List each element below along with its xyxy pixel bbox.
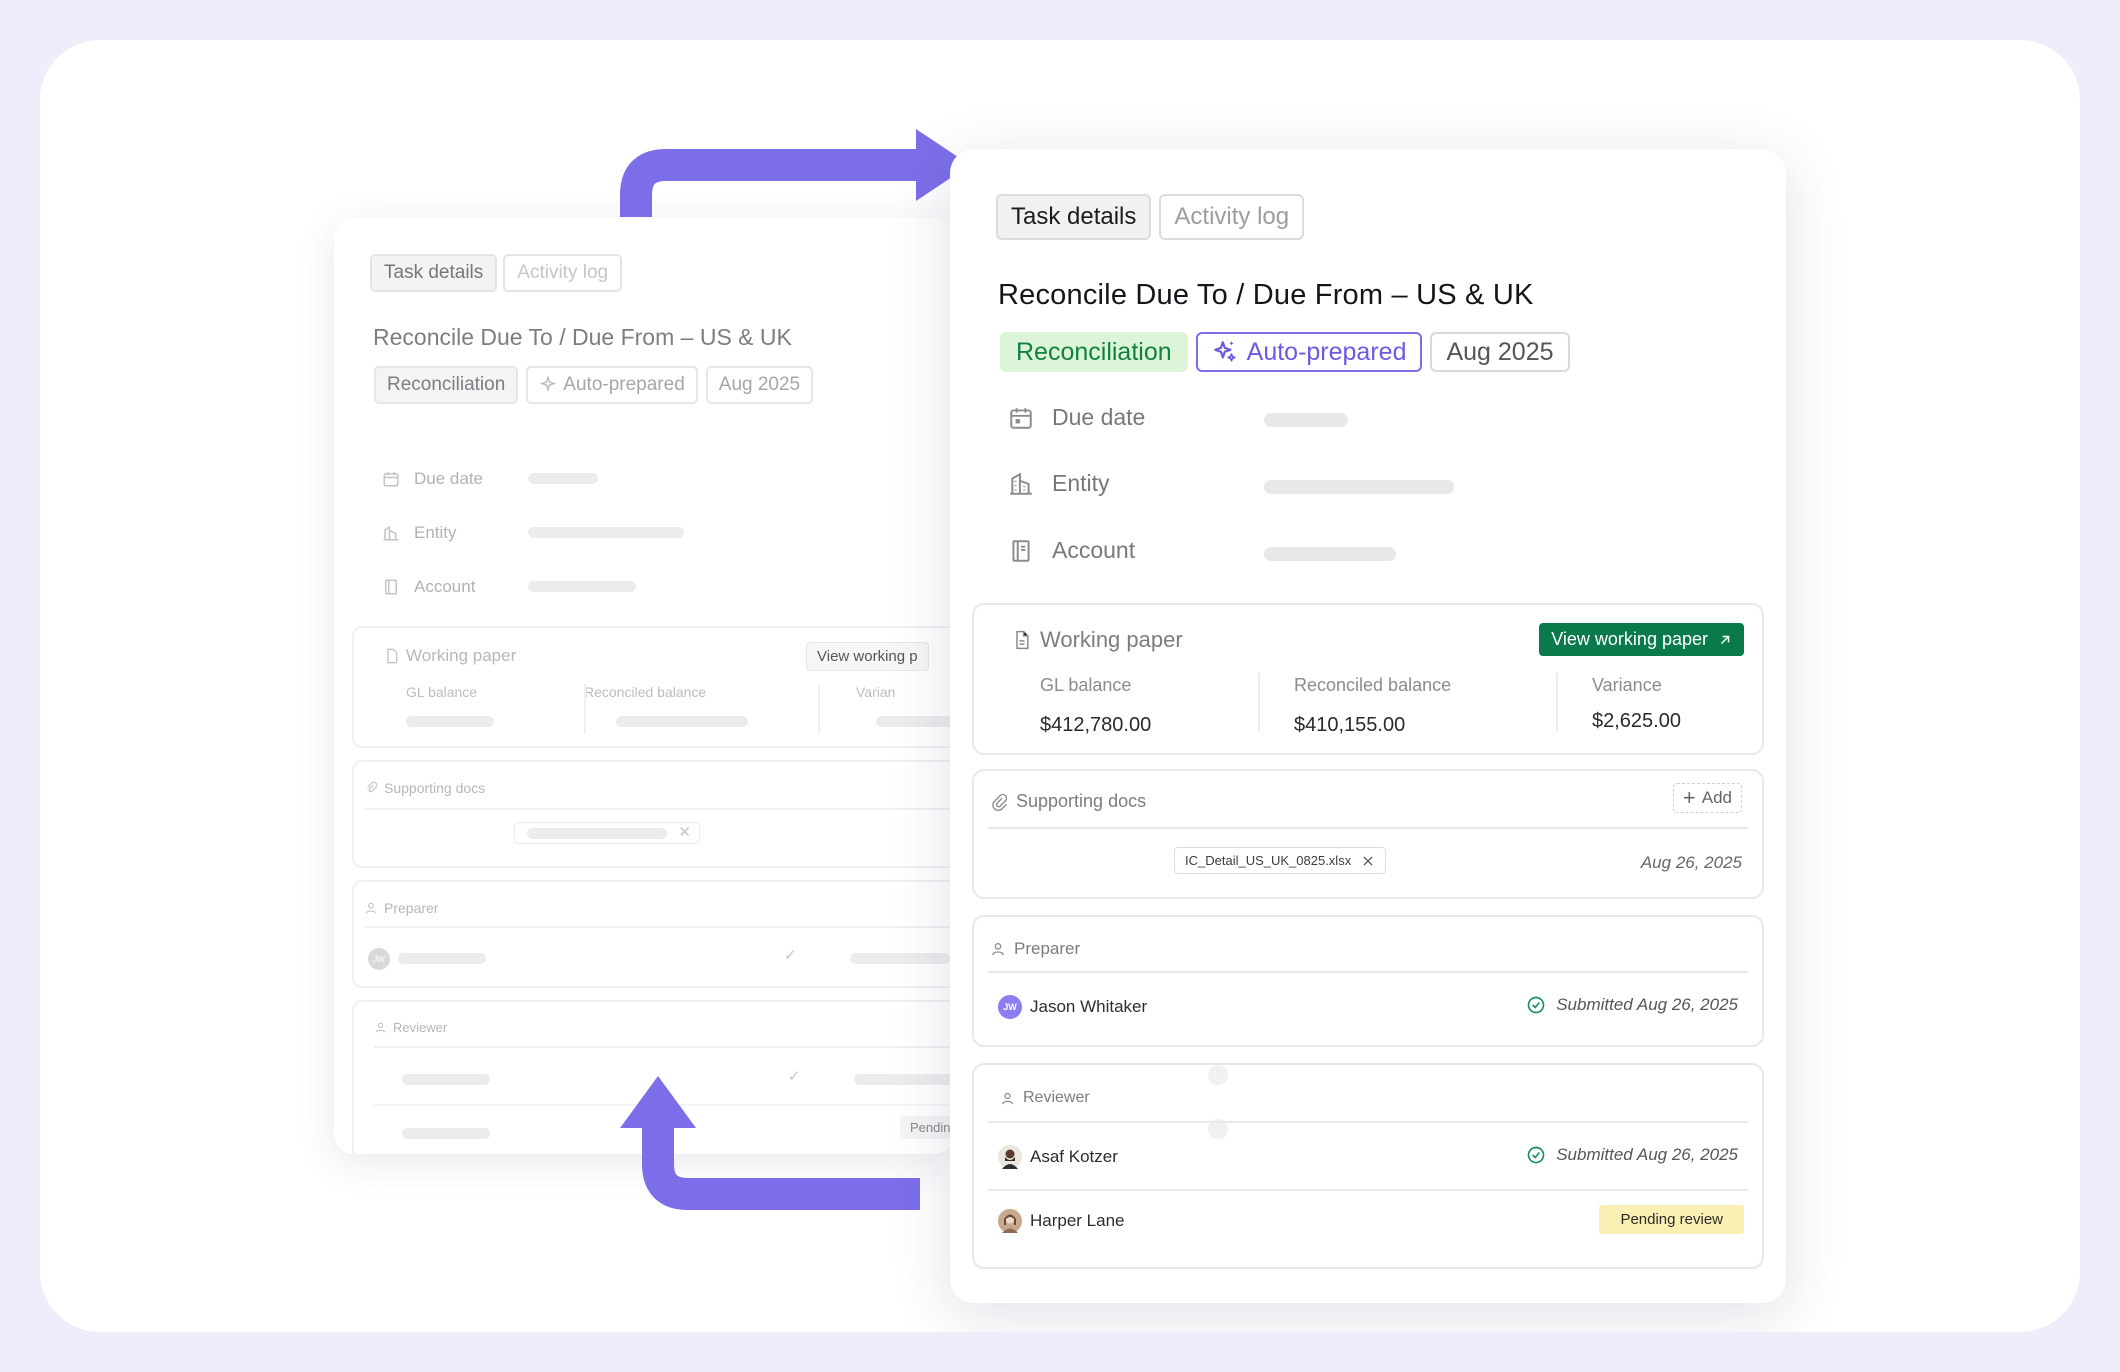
tab-bar: Task details Activity log [996, 194, 1305, 240]
close-icon[interactable] [1361, 854, 1375, 868]
preparer-person: JW Jason Whitaker [998, 995, 1147, 1019]
preparer-heading: Preparer [990, 939, 1080, 959]
field-entity: Entity [1008, 470, 1110, 497]
document-icon [1016, 630, 1029, 650]
paperclip-icon [992, 793, 1008, 811]
calendar-icon [1010, 407, 1032, 429]
reviewer-label: Reviewer [1023, 1089, 1090, 1106]
canvas: Task details Activity log Reconcile Due … [40, 40, 2080, 1332]
view-working-paper-label: View working paper [1551, 629, 1708, 649]
pending-review-badge: Pending review [1599, 1205, 1744, 1234]
view-working-paper-button[interactable]: View working paper [1539, 623, 1744, 656]
entity-label: Entity [1052, 470, 1110, 496]
supporting-docs-section: Supporting docs + Add IC_Detail_US_UK_08… [972, 769, 1764, 899]
file-name: IC_Detail_US_UK_0825.xlsx [1185, 853, 1352, 868]
user-icon [1001, 1092, 1014, 1104]
supporting-docs-heading: Supporting docs [990, 791, 1146, 812]
section-rule [988, 1189, 1748, 1191]
preparer-label: Preparer [1014, 939, 1081, 958]
section-rule [988, 1121, 1748, 1123]
metric-gl-balance: GL balance $412,780.00 [1040, 675, 1151, 737]
tag-auto-prepared: Auto-prepared [1195, 332, 1423, 372]
check-circle-icon [1527, 996, 1545, 1014]
metric-divider [1258, 673, 1260, 731]
book-icon [1012, 539, 1030, 562]
sparkle-icon [1213, 341, 1236, 362]
task-tags: Reconciliation Auto-prepared Aug 2025 [1000, 332, 1570, 372]
metric-variance: Variance $2,625.00 [1592, 675, 1681, 733]
task-title: Reconcile Due To / Due From – US & UK [998, 279, 1534, 311]
tab-task-details[interactable]: Task details [996, 194, 1152, 240]
add-doc-button[interactable]: + Add [1672, 783, 1742, 813]
reviewer-1-status: Submitted Aug 26, 2025 [1526, 1145, 1738, 1165]
arrow-top [620, 149, 920, 217]
supporting-docs-label: Supporting docs [1016, 791, 1147, 811]
reviewer-1-status-text: Submitted Aug 26, 2025 [1556, 1145, 1738, 1164]
entity-value-skeleton [1264, 480, 1454, 494]
avatar: JW [998, 995, 1022, 1019]
tab-activity-log[interactable]: Activity log [1159, 194, 1305, 240]
tag-reconciliation: Reconciliation [1000, 332, 1188, 372]
reconciled-balance-label: Reconciled balance [1294, 675, 1452, 695]
gl-balance-value: $412,780.00 [1040, 714, 1152, 736]
working-paper-section: Working paper View working paper GL bala… [972, 603, 1764, 755]
reviewer-heading: Reviewer [1000, 1089, 1090, 1107]
variance-value: $2,625.00 [1592, 710, 1681, 732]
preparer-status-text: Submitted Aug 26, 2025 [1556, 995, 1738, 1014]
due-date-label: Due date [1052, 404, 1146, 430]
due-date-value-skeleton [1264, 413, 1348, 427]
file-chip[interactable]: IC_Detail_US_UK_0825.xlsx [1174, 847, 1387, 874]
working-paper-heading: Working paper [1012, 627, 1183, 653]
account-label: Account [1052, 537, 1136, 563]
working-paper-label: Working paper [1040, 627, 1183, 652]
task-card: Task details Activity log Reconcile Due … [950, 149, 1786, 1303]
section-rule [988, 827, 1748, 829]
arrow-bottom [642, 1122, 920, 1210]
metric-reconciled-balance: Reconciled balance $410,155.00 [1294, 675, 1451, 737]
preparer-name: Jason Whitaker [1030, 997, 1148, 1016]
arrow-bottom-head [620, 1076, 696, 1128]
tag-auto-prepared-label: Auto-prepared [1246, 338, 1407, 366]
person-photo-icon [998, 1145, 1022, 1169]
person-photo-icon [998, 1209, 1022, 1233]
preparer-section: Preparer JW Jason Whitaker Submitted Aug… [972, 915, 1764, 1047]
reviewer-1-name: Asaf Kotzer [1030, 1147, 1118, 1166]
tag-period: Aug 2025 [1430, 332, 1570, 372]
avatar [998, 1209, 1022, 1233]
check-circle-icon [1527, 1146, 1545, 1164]
user-icon [992, 943, 1004, 956]
reviewer-person-2: Harper Lane [998, 1209, 1125, 1233]
reviewer-2-name: Harper Lane [1030, 1211, 1125, 1230]
file-date: Aug 26, 2025 [1640, 853, 1742, 872]
metric-divider [1556, 673, 1558, 731]
external-link-icon [1720, 635, 1730, 644]
avatar [998, 1145, 1022, 1169]
ghost-dot [1208, 1065, 1228, 1085]
preparer-status: Submitted Aug 26, 2025 [1526, 995, 1738, 1015]
gl-balance-label: GL balance [1040, 675, 1132, 695]
reconciled-balance-value: $410,155.00 [1294, 714, 1406, 736]
reviewer-person-1: Asaf Kotzer [998, 1145, 1118, 1169]
section-rule [988, 971, 1748, 973]
account-value-skeleton [1264, 547, 1396, 561]
plus-icon: + [1682, 785, 1696, 810]
field-due-date: Due date [1008, 404, 1145, 431]
field-account: Account [1008, 537, 1135, 564]
building-icon [1010, 472, 1032, 495]
reviewer-section: Reviewer Asaf Kotzer Submitted Aug 26, 2… [972, 1063, 1764, 1269]
add-doc-label: Add [1701, 788, 1732, 807]
variance-label: Variance [1592, 675, 1662, 695]
